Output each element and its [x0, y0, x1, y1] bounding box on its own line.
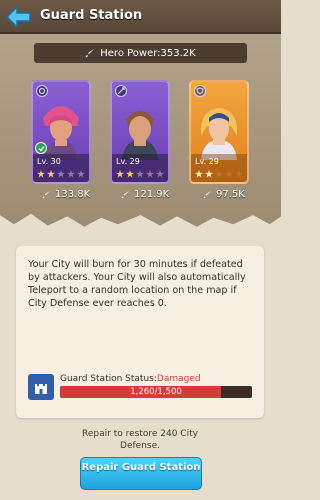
- star-icon: [36, 169, 45, 178]
- back-arrow-icon: [6, 6, 31, 28]
- sword-icon: [121, 190, 130, 199]
- star-icon: [204, 169, 213, 178]
- sword-icon: [85, 49, 95, 58]
- sword-icon: [42, 190, 51, 199]
- empty-star-icon: [135, 169, 144, 178]
- guard-station-status: Guard Station Status:Damaged 1,260/1,500: [28, 370, 254, 406]
- hero-power-bar: Hero Power:353.2K: [34, 43, 247, 63]
- status-value: Damaged: [156, 374, 201, 384]
- empty-star-icon: [234, 169, 243, 178]
- hero-power-value: 121.9K: [134, 189, 170, 200]
- empty-star-icon: [145, 169, 154, 178]
- hero-level: Lv. 30: [37, 157, 61, 166]
- star-icon: [115, 169, 124, 178]
- hero-power-value: 133.8K: [55, 189, 91, 200]
- burn-description: Your City will burn for 30 minutes if de…: [28, 259, 246, 309]
- hero-portrait: [122, 111, 158, 160]
- empty-star-icon: [224, 169, 233, 178]
- hero-power-2: 121.9K: [121, 189, 169, 200]
- top-bar: Guard Station: [0, 0, 281, 34]
- hero-card-3[interactable]: Lv. 29: [189, 80, 249, 184]
- hero-card-1[interactable]: Lv. 30: [31, 80, 91, 184]
- empty-star-icon: [76, 169, 85, 178]
- status-label: Guard Station Status:Damaged: [60, 374, 201, 384]
- repair-guard-station-button[interactable]: Repair Guard Station: [80, 457, 202, 490]
- page-title: Guard Station: [40, 8, 143, 23]
- empty-star-icon: [214, 169, 223, 178]
- info-panel: Your City will burn for 30 minutes if de…: [16, 246, 264, 418]
- star-icon: [46, 169, 55, 178]
- hero-power-text: Hero Power:353.2K: [100, 47, 196, 59]
- hero-power-1: 133.8K: [42, 189, 90, 200]
- status-label-text: Guard Station Status:: [60, 374, 157, 384]
- defense-bar-text: 1,260/1,500: [130, 387, 182, 397]
- sword-icon: [203, 190, 212, 199]
- class-badge: [35, 142, 47, 154]
- empty-star-icon: [66, 169, 75, 178]
- hero-level: Lv. 29: [195, 157, 219, 166]
- star-rating: [36, 169, 85, 178]
- hero-level: Lv. 29: [116, 157, 140, 166]
- repair-note: Repair to restore 240 City Defense.: [82, 429, 198, 451]
- hero-portrait: [200, 108, 238, 160]
- empty-star-icon: [155, 169, 164, 178]
- castle-icon: [28, 374, 54, 400]
- empty-star-icon: [56, 169, 65, 178]
- star-icon: [125, 169, 134, 178]
- star-rating: [115, 169, 164, 178]
- hero-card-2[interactable]: Lv. 29: [110, 80, 170, 184]
- back-button[interactable]: [4, 4, 34, 30]
- hero-power-3: 97.5K: [203, 189, 245, 200]
- hero-power-value: 97.5K: [216, 189, 245, 200]
- star-rating: [194, 169, 243, 178]
- defense-bar: 1,260/1,500: [60, 386, 252, 398]
- star-icon: [194, 169, 203, 178]
